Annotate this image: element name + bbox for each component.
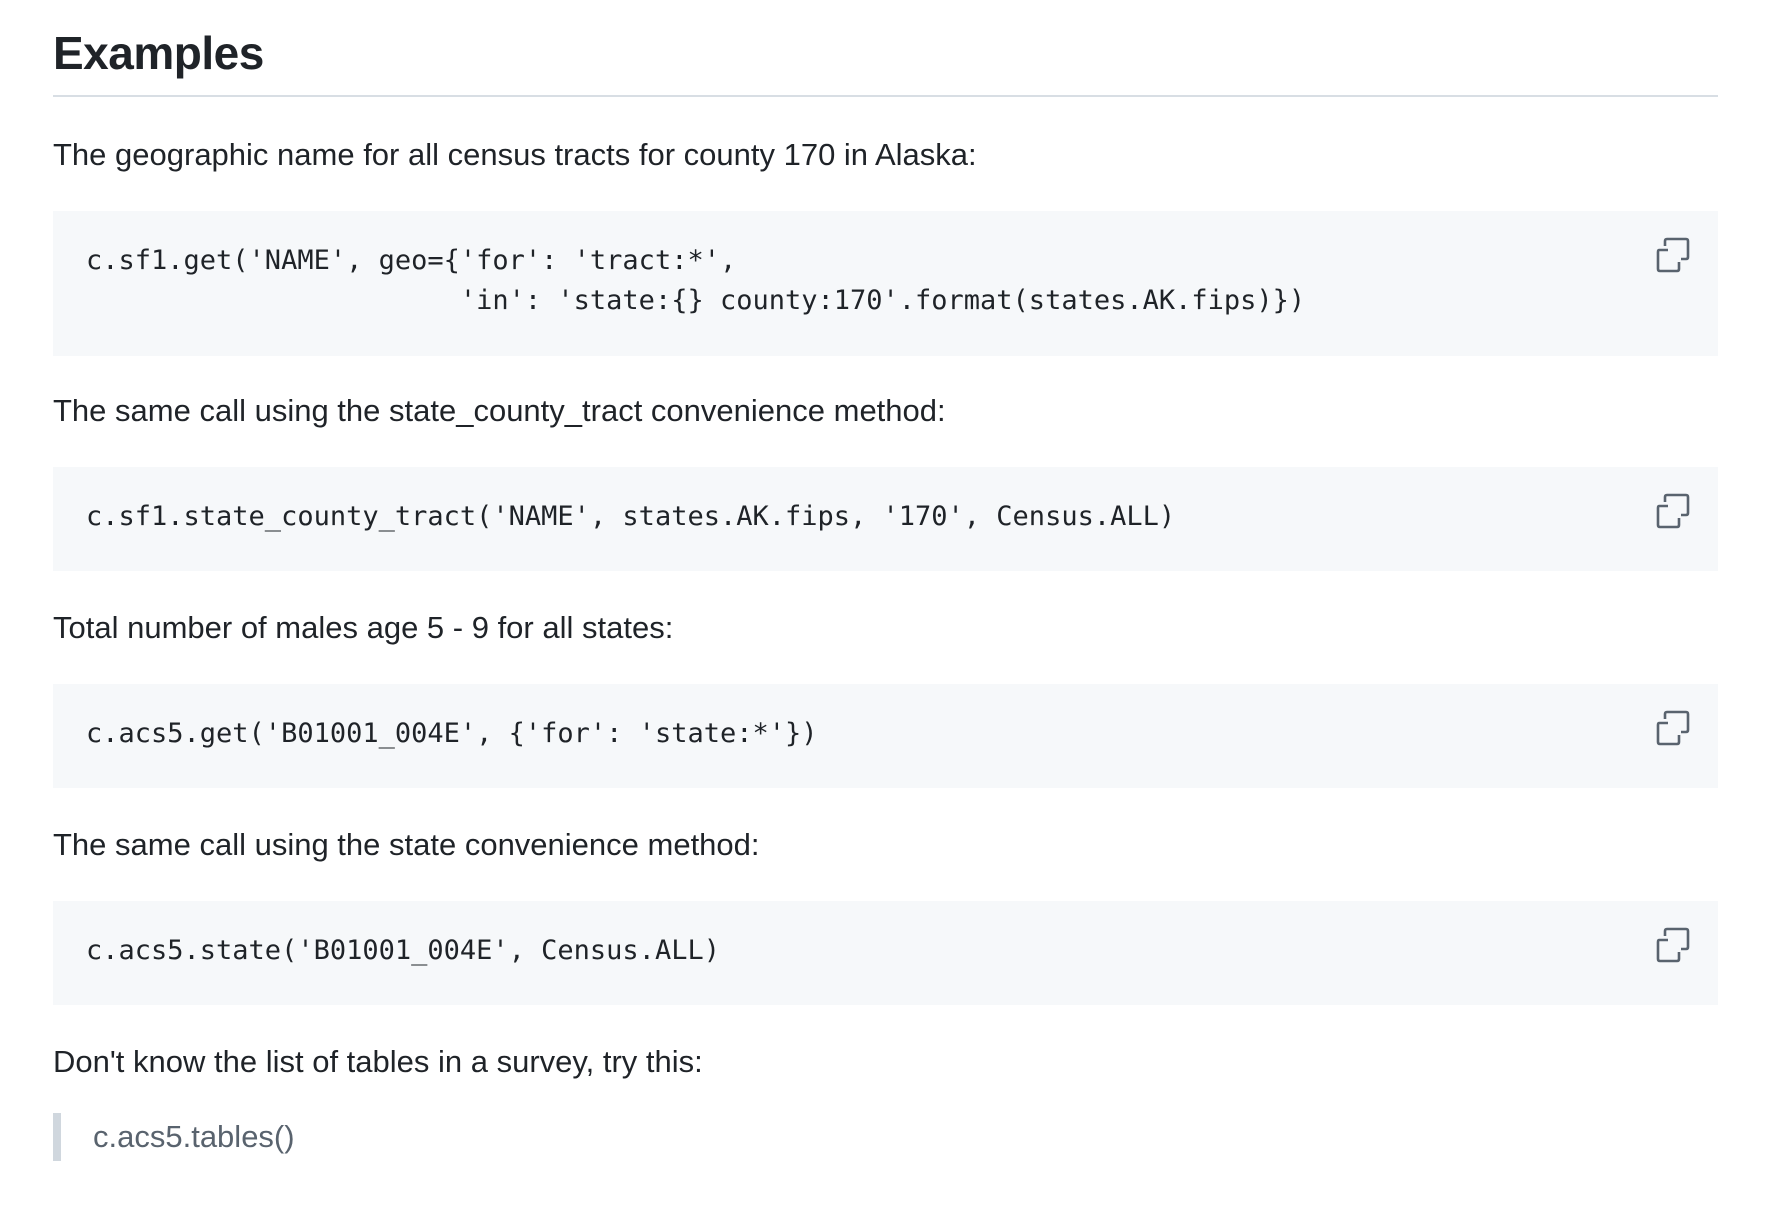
- readme-section: Examples The geographic name for all cen…: [0, 0, 1768, 1218]
- copy-button[interactable]: [1656, 927, 1690, 963]
- example-description: The same call using the state_county_tra…: [53, 393, 946, 428]
- example-description: The geographic name for all census tract…: [53, 137, 977, 172]
- copy-icon: [1656, 710, 1690, 746]
- code-block: c.sf1.state_county_tract('NAME', states.…: [53, 467, 1718, 571]
- code-block: c.acs5.state('B01001_004E', Census.ALL): [53, 901, 1718, 1005]
- heading-divider: [53, 95, 1718, 97]
- code-snippet[interactable]: c.sf1.state_county_tract('NAME', states.…: [86, 497, 1175, 537]
- code-snippet[interactable]: c.acs5.get('B01001_004E', {'for': 'state…: [86, 714, 818, 754]
- code-snippet[interactable]: c.acs5.state('B01001_004E', Census.ALL): [86, 931, 720, 971]
- example-description: Don't know the list of tables in a surve…: [53, 1044, 703, 1079]
- copy-icon: [1656, 493, 1690, 529]
- copy-button[interactable]: [1656, 710, 1690, 746]
- example-description: Total number of males age 5 - 9 for all …: [53, 610, 674, 645]
- copy-icon: [1656, 237, 1690, 273]
- code-block: c.acs5.get('B01001_004E', {'for': 'state…: [53, 684, 1718, 788]
- copy-button[interactable]: [1656, 237, 1690, 273]
- copy-icon: [1656, 927, 1690, 963]
- blockquote-text: c.acs5.tables(): [93, 1119, 295, 1154]
- section-heading: Examples: [53, 27, 264, 79]
- code-snippet[interactable]: c.sf1.get('NAME', geo={'for': 'tract:*',…: [86, 241, 1305, 321]
- blockquote: c.acs5.tables(): [53, 1113, 295, 1161]
- example-description: The same call using the state convenienc…: [53, 827, 760, 862]
- code-block: c.sf1.get('NAME', geo={'for': 'tract:*',…: [53, 211, 1718, 356]
- copy-button[interactable]: [1656, 493, 1690, 529]
